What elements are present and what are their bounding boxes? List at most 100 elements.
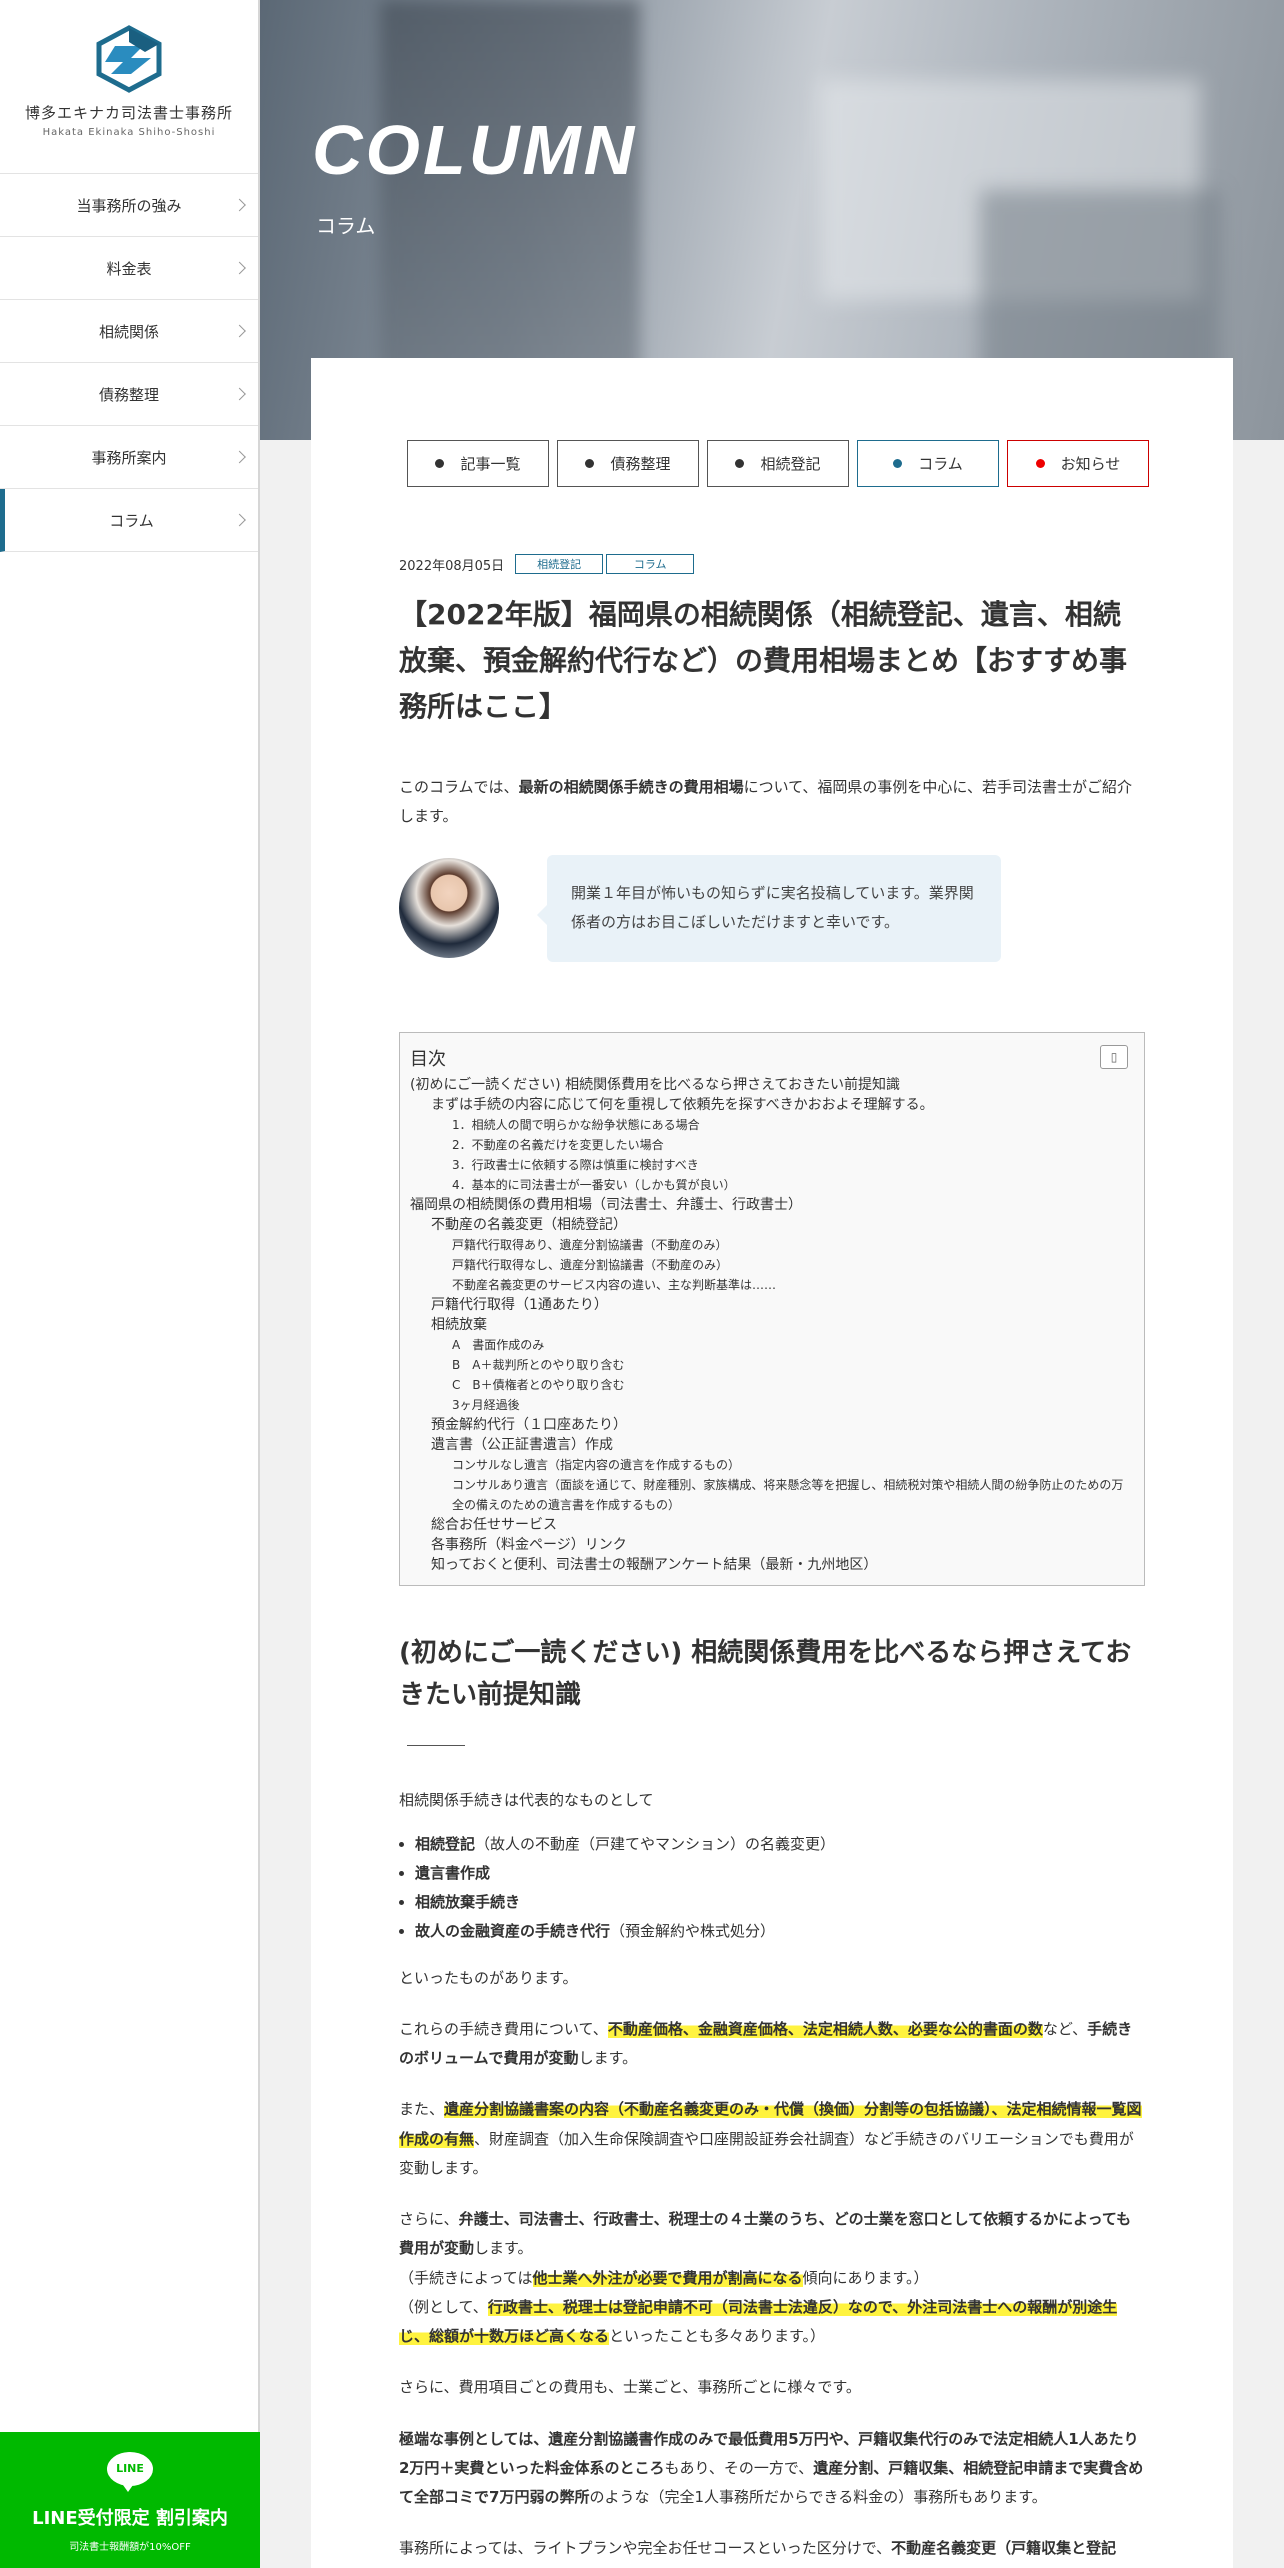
article-card: 記事一覧 債務整理 相続登記 コラム お知らせ 2022年08月05日 相続登記… xyxy=(311,358,1233,2568)
text: します。 xyxy=(474,2239,533,2258)
toc-item[interactable]: 1．相続人の間で明らかな紛争状態にある場合 xyxy=(410,1115,1134,1135)
toc-item[interactable]: 預金解約代行（１口座あたり） xyxy=(410,1415,1134,1435)
paragraph: さらに、費用項目ごとの費用も、士業ごと、事務所ごとに様々です。 xyxy=(399,2378,861,2397)
intro-text: このコラムでは、 xyxy=(399,777,519,796)
toc-toggle-button[interactable]: ▯ xyxy=(1100,1044,1128,1069)
toc-title: 目次 xyxy=(410,1048,446,1070)
paragraph: また、遺産分割協議書案の内容（不動産名義変更のみ・代償（換価）分割等の包括協議）… xyxy=(399,2095,1145,2183)
author-avatar xyxy=(399,858,499,959)
line-icon: LINE xyxy=(107,2452,153,2492)
line-discount-banner[interactable]: LINE LINE受付限定 割引案内 司法書士報酬額が10%OFF xyxy=(0,2432,260,2568)
text: のような（完全1人事務所だからできる料金の）事務所もあります。 xyxy=(589,2488,1047,2507)
intro-bold: 最新の xyxy=(518,777,564,796)
tab-label: 債務整理 xyxy=(610,455,671,473)
tab-news[interactable]: お知らせ xyxy=(1007,440,1149,487)
chevron-right-icon xyxy=(233,387,246,401)
sidebar-item-office[interactable]: 事務所案内 xyxy=(0,426,258,489)
tab-debt[interactable]: 債務整理 xyxy=(557,440,699,487)
text: （手続きによっては xyxy=(399,2268,533,2287)
bold-text: 不動産名義変更（戸籍収集と登記 xyxy=(891,2539,1117,2558)
tab-label: お知らせ xyxy=(1060,455,1121,473)
tab-all-articles[interactable]: 記事一覧 xyxy=(407,440,549,487)
list-item: 相続登記（故人の不動産（戸建てやマンション）の名義変更） xyxy=(415,1830,1145,1859)
text: など、 xyxy=(1042,2019,1088,2038)
toc-item[interactable]: A 書面作成のみ xyxy=(410,1335,1134,1355)
paragraph: さらに、弁護士、司法書士、行政書士、税理士の４士業のうち、どの士業を窓口として依… xyxy=(399,2205,1145,2351)
tag-badge[interactable]: コラム xyxy=(606,554,695,574)
sidebar-item-fees[interactable]: 料金表 xyxy=(0,237,258,300)
toc-item[interactable]: C B＋債権者とのやり取り含む xyxy=(410,1375,1134,1395)
toc-item[interactable]: 各事務所（料金ページ）リンク xyxy=(410,1535,1134,1555)
toc-item[interactable]: 戸籍代行取得（1通あたり） xyxy=(410,1295,1134,1315)
line-banner-title: LINE受付限定 割引案内 xyxy=(32,2508,228,2529)
toc-item[interactable]: 不動産名義変更のサービス内容の違い、主な判断基準は…… xyxy=(410,1275,1134,1295)
toc-item[interactable]: コンサルあり遺言（面談を通じて、財産種別、家族構成、将来懸念等を把握し、相続税対… xyxy=(410,1475,1134,1515)
section-heading: (初めにご一読ください) 相続関係費用を比べるなら押さえておきたい前提知識 xyxy=(399,1637,1132,1711)
toc-item[interactable]: 知っておくと便利、司法書士の報酬アンケート結果（最新・九州地区） xyxy=(410,1555,1134,1575)
text: また、 xyxy=(399,2100,445,2119)
list-item-bold: 遺言書作成 xyxy=(415,1863,491,1882)
toc-item[interactable]: まずは手続の内容に応じて何を重視して依頼先を探すべきかおおよそ理解する。 xyxy=(410,1095,1134,1115)
article-body: 2022年08月05日 相続登記 コラム 【2022年版】福岡県の相続関係（相続… xyxy=(399,554,1145,2564)
bullet-icon xyxy=(735,459,745,468)
sidebar-item-label: 当事務所の強み xyxy=(76,196,182,215)
paragraph: これらの手続き費用について、不動産価格、金融資産価格、法定相続人数、必要な公的書… xyxy=(399,2015,1145,2074)
sidebar-item-column[interactable]: コラム xyxy=(0,489,258,552)
bullet-icon xyxy=(893,459,903,468)
tab-column[interactable]: コラム xyxy=(857,440,999,487)
paragraph: 極端な事例としては、遺産分割協議書作成のみで最低費用5万円や、戸籍収集代行のみで… xyxy=(399,2425,1145,2513)
sidebar-item-label: 債務整理 xyxy=(98,385,159,404)
toc-item[interactable]: 戸籍代行取得あり、遺産分割協議書（不動産のみ） xyxy=(410,1235,1134,1255)
article-meta: 2022年08月05日 相続登記 コラム xyxy=(399,554,1145,574)
toc-item[interactable]: 遺言書（公正証書遺言）作成 xyxy=(410,1435,1134,1455)
paragraph: といったものがあります。 xyxy=(399,1968,578,1987)
sidebar: 博多エキナカ司法書士事務所 Hakata Ekinaka Shiho-Shosh… xyxy=(0,0,260,2568)
text: します。 xyxy=(578,2049,638,2068)
toc-item[interactable]: 3ヶ月経過後 xyxy=(410,1395,1134,1415)
toc-item[interactable]: 総合お任せサービス xyxy=(410,1515,1134,1535)
list-item: 故人の金融資産の手続き代行（預金解約や株式処分） xyxy=(415,1917,1145,1946)
sidebar-item-label: 事務所案内 xyxy=(91,448,167,467)
sidebar-item-label: コラム xyxy=(109,511,154,530)
bullet-icon xyxy=(585,459,595,468)
sidebar-item-label: 料金表 xyxy=(106,259,152,278)
author-box: 開業１年目が怖いもの知らずに実名投稿しています。業界関係者の方はお目こぼしいただ… xyxy=(399,855,1145,962)
sidebar-item-inheritance[interactable]: 相続関係 xyxy=(0,300,258,363)
toc-item[interactable]: (初めにご一読ください) 相続関係費用を比べるなら押さえておきたい前提知識 xyxy=(410,1075,1134,1095)
toc-item[interactable]: 4．基本的に司法書士が一番安い（しかも質が良い） xyxy=(410,1175,1134,1195)
author-speech-bubble: 開業１年目が怖いもの知らずに実名投稿しています。業界関係者の方はお目こぼしいただ… xyxy=(537,855,1001,962)
text: これらの手続き費用について、 xyxy=(399,2019,608,2038)
article-date: 2022年08月05日 xyxy=(399,558,505,574)
text: 事務所によっては、ライトプランや完全お任せコースといった区分けで、 xyxy=(399,2539,892,2558)
sidebar-item-label: 相続関係 xyxy=(98,322,159,341)
line-banner-note: 司法書士報酬額が10%OFF xyxy=(69,2542,191,2553)
list-item: 遺言書作成 xyxy=(415,1859,1145,1888)
toc-item[interactable]: 戸籍代行取得なし、遺産分割協議書（不動産のみ） xyxy=(410,1255,1134,1275)
toc-item[interactable]: 不動産の名義変更（相続登記） xyxy=(410,1215,1134,1235)
toc-item[interactable]: B A＋裁判所とのやり取り含む xyxy=(410,1355,1134,1375)
logo-name: 博多エキナカ司法書士事務所 xyxy=(24,104,233,122)
heading-divider xyxy=(407,1745,465,1747)
text: もあり、その一方で、 xyxy=(664,2458,814,2477)
chevron-right-icon xyxy=(233,513,246,527)
toc-item[interactable]: コンサルなし遺言（指定内容の遺言を作成するもの） xyxy=(410,1455,1134,1475)
tab-label: 記事一覧 xyxy=(460,455,521,473)
sidebar-item-debt[interactable]: 債務整理 xyxy=(0,363,258,426)
site-logo[interactable]: 博多エキナカ司法書士事務所 Hakata Ekinaka Shiho-Shosh… xyxy=(0,0,258,174)
text: 傾向にあります。） xyxy=(802,2268,929,2287)
chevron-right-icon xyxy=(233,198,246,212)
tab-inheritance-registration[interactable]: 相続登記 xyxy=(707,440,849,487)
toc-item[interactable]: 福岡県の相続関係の費用相場（司法書士、弁護士、行政書士） xyxy=(410,1195,1134,1215)
toc-item[interactable]: 2．不動産の名義だけを変更したい場合 xyxy=(410,1135,1134,1155)
tag-badge[interactable]: 相続登記 xyxy=(515,554,604,574)
list-item-text: （故人の不動産（戸建てやマンション）の名義変更） xyxy=(475,1834,836,1853)
toc-item[interactable]: 相続放棄 xyxy=(410,1315,1134,1335)
bullet-icon xyxy=(435,459,445,468)
tab-label: コラム xyxy=(918,455,963,473)
category-tabs: 記事一覧 債務整理 相続登記 コラム お知らせ xyxy=(407,440,1149,487)
hero-title: COLUMN xyxy=(312,111,638,189)
sidebar-item-strengths[interactable]: 当事務所の強み xyxy=(0,174,258,237)
logo-sub: Hakata Ekinaka Shiho-Shoshi xyxy=(42,127,216,138)
toc-item[interactable]: 3．行政書士に依頼する際は慎重に検討すべき xyxy=(410,1155,1134,1175)
highlight: 不動産価格、金融資産価格、法定相続人数、必要な公的書面の数 xyxy=(607,2019,1043,2038)
